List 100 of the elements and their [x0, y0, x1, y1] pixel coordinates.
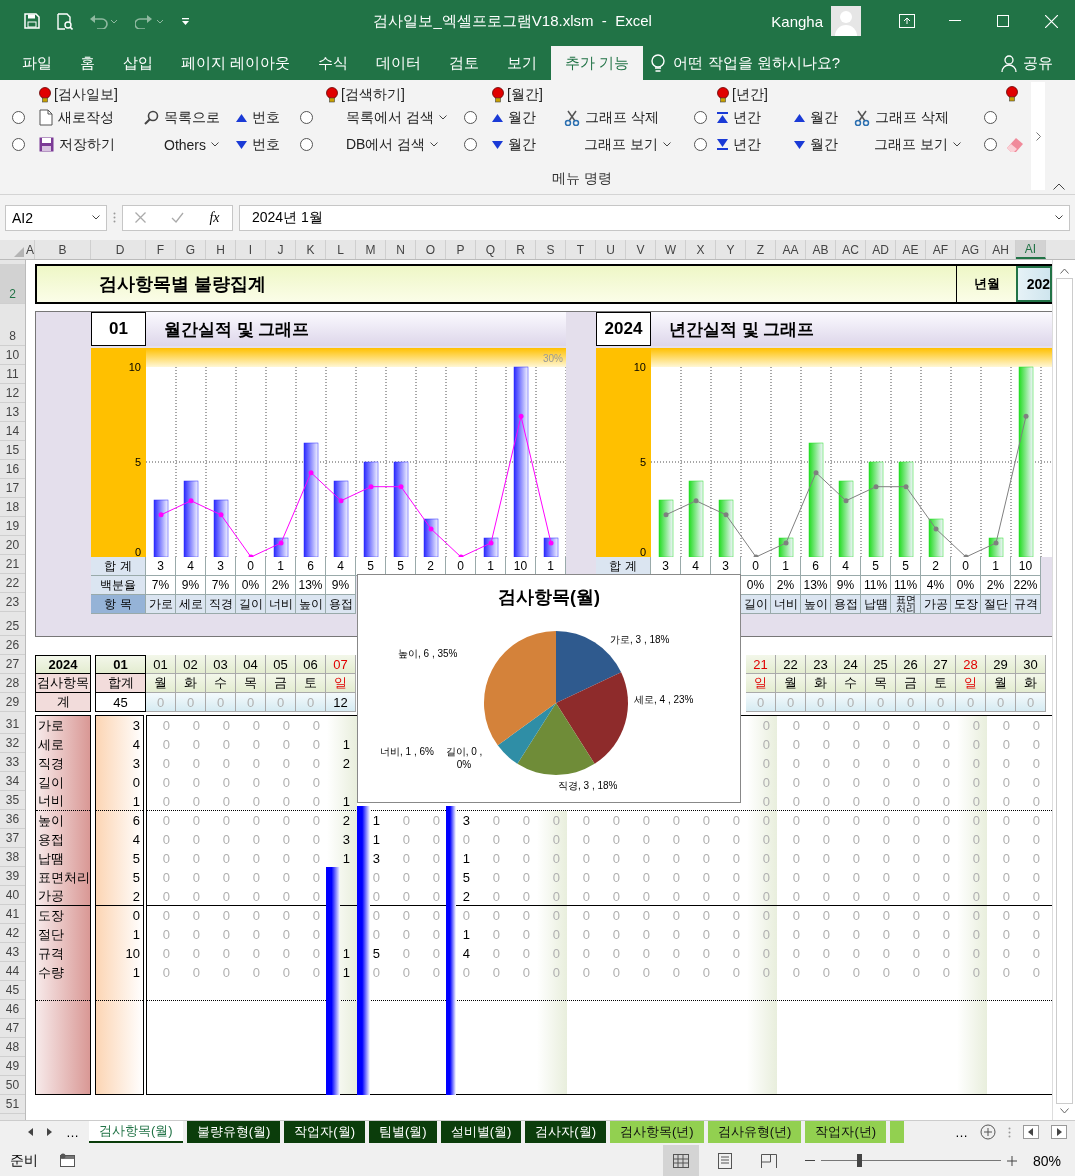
radio-button[interactable] — [694, 138, 707, 151]
row-header[interactable]: 46 — [0, 1000, 25, 1019]
row-header[interactable]: 33 — [0, 753, 25, 772]
row-header[interactable]: 40 — [0, 886, 25, 905]
row-header[interactable]: 44 — [0, 962, 25, 981]
row-header[interactable]: 18 — [0, 498, 25, 517]
row-header[interactable]: 43 — [0, 943, 25, 962]
row-header[interactable]: 10 — [0, 346, 25, 365]
row-header[interactable]: 20 — [0, 536, 25, 555]
add-sheet-icon[interactable] — [980, 1124, 996, 1140]
radio-button[interactable] — [694, 111, 707, 124]
row-header[interactable]: 12 — [0, 384, 25, 403]
column-header[interactable]: P — [446, 240, 476, 259]
row-header[interactable]: 17 — [0, 479, 25, 498]
macro-record-icon[interactable] — [60, 1153, 76, 1168]
ribbon-tab[interactable]: 데이터 — [362, 46, 436, 80]
ribbon-tab[interactable]: 수식 — [304, 46, 363, 80]
row-header[interactable]: 48 — [0, 1038, 25, 1057]
column-header[interactable]: V — [626, 240, 656, 259]
column-header[interactable]: N — [386, 240, 416, 259]
page-break-icon[interactable] — [760, 1153, 777, 1168]
ribbon-button[interactable]: 월간 — [488, 104, 560, 131]
row-header[interactable]: 47 — [0, 1019, 25, 1038]
column-header[interactable]: Z — [746, 240, 776, 259]
column-header[interactable]: O — [416, 240, 446, 259]
row-header[interactable]: 25 — [0, 612, 25, 636]
zoom-slider-thumb[interactable] — [856, 1154, 862, 1167]
formula-field[interactable]: 2024년 1월 — [239, 204, 1070, 231]
column-header[interactable]: T — [566, 240, 596, 259]
dropdown-button[interactable]: Others — [140, 131, 232, 158]
row-header[interactable]: 23 — [0, 593, 25, 612]
normal-view-button[interactable] — [662, 1145, 699, 1176]
chevron-right-icon[interactable] — [1035, 131, 1041, 141]
tell-me-field[interactable]: 어떤 작업을 원하시나요? — [673, 53, 841, 73]
column-header[interactable]: Q — [476, 240, 506, 259]
row-header[interactable]: 37 — [0, 829, 25, 848]
ribbon-button[interactable]: 월간 — [790, 104, 850, 131]
column-header[interactable]: D — [95, 240, 146, 259]
radio-button[interactable] — [12, 138, 25, 151]
column-header[interactable]: K — [296, 240, 326, 259]
ribbon-button[interactable]: 번호 — [232, 131, 298, 158]
row-header[interactable]: 45 — [0, 981, 25, 1000]
ribbon-button[interactable]: 월간 — [790, 131, 850, 158]
sheet-tab[interactable]: 불량유형(월) — [186, 1121, 281, 1143]
ribbon-button[interactable]: 월간 — [488, 131, 560, 158]
sheet-tab[interactable]: 작업자(월) — [284, 1121, 365, 1143]
close-icon[interactable] — [1044, 14, 1058, 28]
scroll-left-icon[interactable] — [1023, 1125, 1039, 1139]
column-header[interactable]: U — [596, 240, 626, 259]
dropdown-button[interactable]: 그래프 보기 — [850, 131, 982, 158]
selected-cell[interactable]: 202 — [1016, 266, 1052, 302]
row-header[interactable]: 36 — [0, 810, 25, 829]
share-button[interactable]: 공유 — [1023, 53, 1053, 73]
row-header[interactable]: 8 — [0, 308, 25, 346]
dropdown-button[interactable]: DB에서 검색 — [322, 131, 462, 158]
column-header[interactable]: AF — [926, 240, 956, 259]
page-icon[interactable] — [717, 1152, 732, 1169]
column-header[interactable]: L — [326, 240, 356, 259]
zoom-level[interactable]: 80% — [1032, 1152, 1061, 1169]
ribbon-button[interactable]: 번호 — [232, 104, 298, 131]
row-header[interactable]: 2 — [0, 264, 25, 304]
ribbon-button[interactable]: 년간 — [713, 104, 790, 131]
minimize-icon[interactable] — [949, 20, 961, 22]
column-header[interactable]: AC — [836, 240, 866, 259]
column-header[interactable]: B — [35, 240, 91, 259]
sheet-tab[interactable]: 설비별(월) — [440, 1121, 522, 1143]
sheet-tab[interactable]: 검사항목(월) — [89, 1121, 183, 1143]
row-header[interactable]: 27 — [0, 655, 25, 674]
column-header[interactable]: F — [146, 240, 176, 259]
radio-button[interactable] — [12, 111, 25, 124]
row-header[interactable]: 16 — [0, 460, 25, 479]
ribbon-tab[interactable]: 추가 기능 — [551, 46, 644, 80]
maximize-icon[interactable] — [997, 15, 1009, 27]
column-header[interactable]: J — [266, 240, 296, 259]
sheet-tab[interactable]: 작업자(년) — [805, 1121, 887, 1143]
row-header[interactable]: 32 — [0, 734, 25, 753]
row-header[interactable]: 14 — [0, 422, 25, 441]
row-header[interactable]: 42 — [0, 924, 25, 943]
row-header[interactable]: 21 — [0, 555, 25, 574]
print-preview-icon[interactable] — [56, 12, 73, 30]
column-header[interactable]: AI — [1016, 240, 1046, 259]
zoom-out-icon[interactable] — [804, 1159, 815, 1162]
undo-icon[interactable] — [89, 13, 119, 29]
name-box[interactable]: AI2 — [5, 204, 107, 231]
radio-button[interactable] — [984, 138, 997, 151]
ribbon-tab[interactable]: 삽입 — [109, 46, 167, 80]
row-header[interactable]: 39 — [0, 867, 25, 886]
column-header[interactable]: S — [536, 240, 566, 259]
column-header[interactable]: Y — [716, 240, 746, 259]
radio-button[interactable] — [300, 138, 313, 151]
ribbon-tab[interactable]: 보기 — [493, 46, 552, 80]
scroll-right-icon[interactable] — [1051, 1125, 1067, 1139]
row-header[interactable]: 26 — [0, 636, 25, 655]
column-header[interactable]: AG — [956, 240, 986, 259]
user-name[interactable]: Kangha — [771, 12, 823, 30]
ribbon-tab[interactable]: 페이지 레이아웃 — [167, 46, 305, 80]
column-header[interactable]: AE — [896, 240, 926, 259]
column-header[interactable]: X — [686, 240, 716, 259]
zoom-in-icon[interactable] — [1006, 1155, 1017, 1166]
ribbon-button[interactable]: 그래프 삭제 — [850, 104, 982, 131]
